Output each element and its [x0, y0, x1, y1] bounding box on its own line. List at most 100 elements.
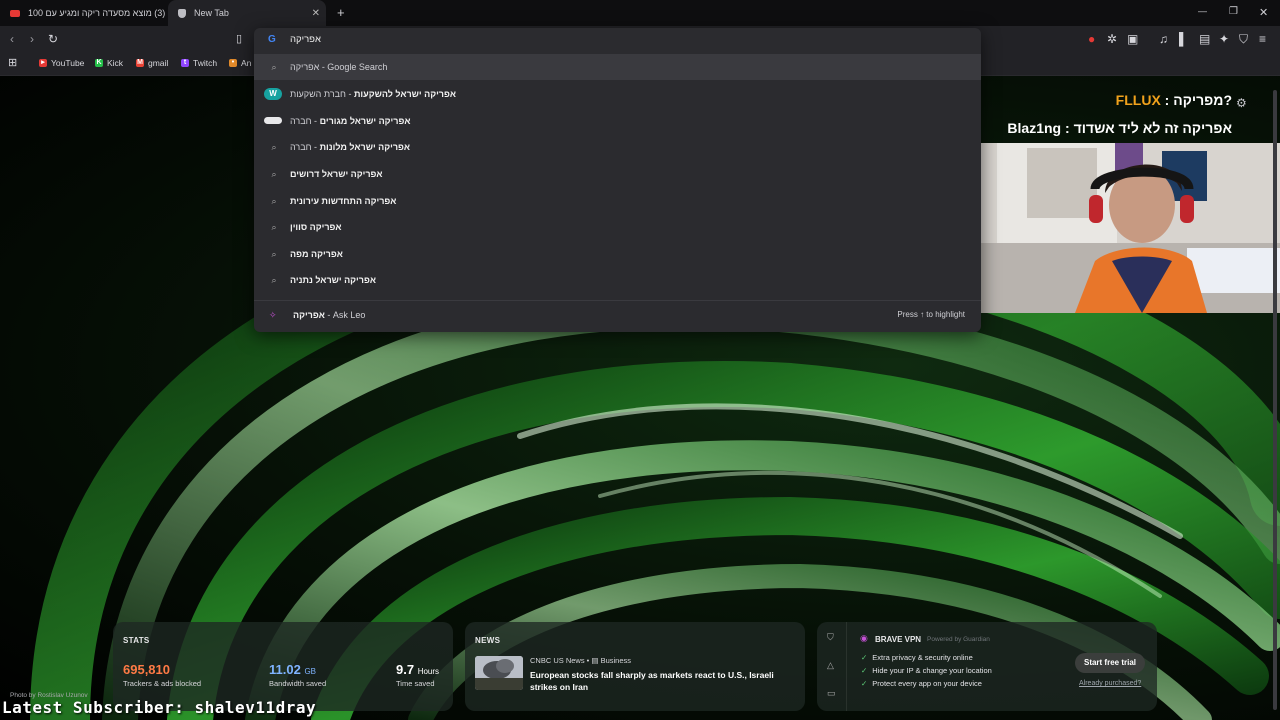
news-thumbnail-image	[475, 656, 523, 690]
vpn-shield-icon[interactable]: ⛉	[827, 632, 834, 643]
tab-strip: (3) מוצא מסעדה ריקה ומגיע עם 100 New Tab…	[0, 0, 1280, 26]
chat-username: Blaz1ng	[1007, 120, 1062, 136]
suggestion-item[interactable]: ⌕ אפריקה התחדשות עירונית	[254, 188, 981, 214]
category-icon: ▤	[591, 656, 599, 665]
bookmark-youtube[interactable]: ▸ YouTube	[39, 58, 84, 68]
bookmark-an[interactable]: • An	[229, 58, 251, 68]
gear-icon[interactable]: ⚙	[1236, 96, 1247, 110]
suggestion-item[interactable]: אפריקה ישראל מגורים - חברה	[254, 108, 981, 134]
vpn-feature: ✓ Protect every app on your device	[861, 679, 982, 688]
suggestion-item[interactable]: ⌕ אפריקה מפה	[254, 241, 981, 267]
address-bar-dropdown: G אפריקה ⌕ אפריקה - Google Search W אפרי…	[254, 28, 981, 332]
news-headline[interactable]: European stocks fall sharply as markets …	[530, 669, 792, 693]
news-title: NEWS	[475, 636, 501, 645]
start-free-trial-button[interactable]: Start free trial	[1075, 653, 1145, 673]
suggestion-item[interactable]: W אפריקה ישראל להשקעות - חברת השקעות	[254, 81, 981, 107]
suggestion-item[interactable]: ⌕ אפריקה ישראל נתניה	[254, 267, 981, 293]
sidebar-toggle-icon[interactable]: ▌	[1179, 32, 1188, 46]
new-tab-button[interactable]: +	[337, 5, 345, 20]
forward-arrow-icon[interactable]: ›	[30, 32, 34, 46]
wallet-icon[interactable]: ▤	[1199, 32, 1210, 46]
search-icon: ⌕	[271, 249, 277, 259]
google-icon: G	[268, 34, 276, 45]
address-bar[interactable]: G אפריקה	[254, 28, 981, 52]
check-icon: ✓	[861, 653, 868, 662]
news-widget[interactable]: NEWS CNBC US News • ▤ Business European …	[465, 622, 805, 711]
chat-message: Blaz1ng : אפריקה זה לא ליד אשדוד	[1007, 120, 1232, 136]
check-icon: ✓	[861, 666, 868, 675]
bookmark-twitch[interactable]: t Twitch	[181, 58, 217, 68]
widget-switcher: ⛉ △ ▭	[817, 622, 847, 711]
chat-message: FLLUX : מפריקה?	[1115, 92, 1232, 108]
news-source: CNBC US News • ▤ Business	[530, 656, 632, 665]
chat-text: אפריקה זה לא ליד אשדוד	[1073, 120, 1232, 136]
extensions-icon[interactable]: ✲	[1107, 32, 1117, 46]
suggestion-item[interactable]: ⌕ אפריקה סווין	[254, 214, 981, 240]
trackers-blocked-label: Trackers & ads blocked	[123, 679, 202, 688]
webcam-overlay	[977, 143, 1280, 313]
tab-title: New Tab	[194, 8, 229, 18]
media-icon[interactable]: ♫	[1159, 32, 1168, 46]
vpn-powered-by: Powered by Guardian	[927, 636, 990, 643]
chat-username: FLLUX	[1115, 92, 1161, 108]
stream-chat-overlay: FLLUX : מפריקה? Blaz1ng : אפריקה זה לא ל…	[978, 84, 1268, 144]
stats-title: STATS	[123, 636, 150, 645]
bookmark-kick[interactable]: K Kick	[95, 58, 123, 68]
search-icon: ⌕	[271, 222, 277, 232]
w-favicon: W	[264, 88, 282, 100]
brave-vpn-widget: ⛉ △ ▭ ◉ BRAVE VPN Powered by Guardian ✓ E…	[817, 622, 1157, 711]
tab-title: (3) מוצא מסעדה ריקה ומגיע עם 100	[28, 8, 166, 18]
ask-leo-suggestion[interactable]: ✧ אפריקה - Ask Leo Press ↑ to highlight	[254, 300, 981, 330]
bookmark-icon: •	[229, 59, 237, 67]
scrollbar[interactable]	[1273, 90, 1277, 710]
vpn-title: BRAVE VPN	[875, 635, 922, 644]
latest-subscriber-banner: Latest Subscriber: shalev11dray	[2, 698, 317, 717]
sidebar-panel-icon[interactable]: ▣	[1127, 32, 1138, 46]
already-purchased-link[interactable]: Already purchased?	[1079, 680, 1141, 687]
tab-new-tab[interactable]: New Tab ✕	[168, 0, 326, 26]
bookmark-gmail[interactable]: M gmail	[136, 58, 168, 68]
check-icon: ✓	[861, 679, 868, 688]
leo-icon: ✧	[269, 310, 277, 320]
gmail-icon: M	[136, 59, 144, 67]
vpn-shield-icon[interactable]: ⛉	[1239, 32, 1248, 46]
close-window-button[interactable]: ✕	[1259, 6, 1268, 19]
brave-shields-icon[interactable]: ●	[1088, 32, 1095, 46]
search-icon: ⌕	[271, 62, 277, 72]
kick-icon: K	[95, 59, 103, 67]
search-icon: ⌕	[271, 196, 277, 206]
suggestion-item[interactable]: ⌕ אפריקה ישראל מלונות - חברה	[254, 134, 981, 160]
bandwidth-saved-label: Bandwidth saved	[269, 679, 327, 688]
youtube-icon	[10, 9, 20, 17]
vpn-feature: ✓ Hide your IP & change your location	[861, 666, 992, 675]
youtube-icon: ▸	[39, 59, 47, 67]
restore-button[interactable]: ❐	[1229, 6, 1238, 17]
suggestion-item[interactable]: ⌕ אפריקה ישראל דרושים	[254, 161, 981, 187]
warning-triangle-icon[interactable]: △	[827, 660, 834, 671]
search-icon: ⌕	[271, 169, 277, 179]
apps-grid-icon[interactable]: ⊞	[8, 56, 17, 70]
address-input[interactable]: אפריקה	[290, 34, 321, 45]
leo-ai-icon[interactable]: ✦	[1219, 32, 1229, 46]
menu-icon[interactable]: ≡	[1259, 32, 1266, 46]
search-icon: ⌕	[271, 142, 277, 152]
suggestion-google-search[interactable]: ⌕ אפריקה - Google Search	[254, 54, 981, 80]
video-icon[interactable]: ▭	[827, 688, 836, 699]
keyboard-hint: Press ↑ to highlight	[897, 310, 965, 319]
pill-favicon	[264, 117, 282, 124]
chat-text: מפריקה?	[1173, 92, 1232, 108]
search-icon: ⌕	[271, 275, 277, 285]
minimize-button[interactable]: —	[1198, 6, 1207, 16]
bandwidth-saved-value: 11.02 GB	[269, 662, 317, 677]
time-saved-label: Time saved	[396, 679, 435, 688]
back-arrow-icon[interactable]: ‹	[10, 32, 14, 46]
brave-shield-icon	[178, 8, 186, 18]
tab-youtube-video[interactable]: (3) מוצא מסעדה ריקה ומגיע עם 100	[0, 0, 166, 26]
vpn-logo-icon: ◉	[860, 633, 868, 643]
time-saved-value: 9.7 Hours	[396, 662, 440, 677]
twitch-icon: t	[181, 59, 189, 67]
close-tab-icon[interactable]: ✕	[312, 8, 320, 19]
bookmark-page-icon[interactable]: ▯	[236, 32, 242, 46]
reload-icon[interactable]: ↻	[48, 32, 58, 46]
trackers-blocked-value: 695,810	[123, 662, 170, 677]
